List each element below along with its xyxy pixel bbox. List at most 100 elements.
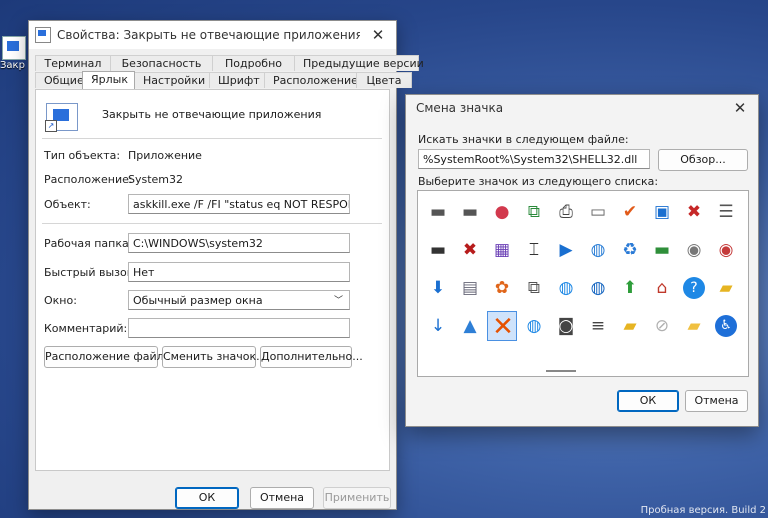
folder-icon-glyph: ▰ xyxy=(687,316,701,336)
media-disc-icon[interactable]: ● xyxy=(487,197,517,227)
globe-key-icon[interactable]: ◍ xyxy=(583,273,613,303)
divider xyxy=(42,223,382,224)
folder-lock-icon[interactable]: ▰ xyxy=(615,311,645,341)
projector-icon-glyph: ▭ xyxy=(589,202,607,222)
workdir-input[interactable]: C:\WINDOWS\system32 xyxy=(128,233,350,253)
tab-general[interactable]: Общие xyxy=(35,72,84,88)
icon-list[interactable]: ▬ ▬ ● ⧉ ⎙ ▭ ✔ ▣ ✖ ☰ ▬ ✖ ▦ ⌶ ▶ ◍ ♻ ▬ ◉ ◉ ⬇ ▤ ✿ ⧉ ◍ ◍ ⬆ ⌂? ▰ ↓ ▲ ✕ ◍ ◙ ≡ ▰ ⊘ ▰ ♿ xyxy=(417,190,749,377)
checkmark-icon[interactable]: ✔ xyxy=(615,197,645,227)
globe-arrow-icon[interactable]: ◍ xyxy=(519,311,549,341)
disc-red-icon[interactable]: ◉ xyxy=(711,235,741,265)
tab-colors[interactable]: Цвета xyxy=(356,72,412,88)
disc-icon[interactable]: ◉ xyxy=(679,235,709,265)
disc-red-icon-glyph: ◉ xyxy=(718,240,734,260)
apply-button[interactable]: Применить xyxy=(323,487,391,509)
green-arrow-up-icon[interactable]: ⬆ xyxy=(615,273,645,303)
help-icon[interactable]: ? xyxy=(679,273,709,303)
play-icon[interactable]: ▶ xyxy=(551,235,581,265)
camera-icon[interactable]: ◙ xyxy=(551,311,581,341)
globe-window-icon[interactable]: ◍ xyxy=(583,235,613,265)
horizontal-scrollbar[interactable] xyxy=(418,366,748,376)
icon-cancel-button[interactable]: Отмена xyxy=(685,390,748,412)
download-icon[interactable]: ⬇ xyxy=(423,273,453,303)
tab-previous-versions[interactable]: Предыдущие версии xyxy=(294,55,424,71)
checkmark-icon-glyph: ✔ xyxy=(622,202,638,222)
icon-ok-button[interactable]: ОК xyxy=(617,390,679,412)
close-icon[interactable]: ✕ xyxy=(722,99,758,117)
home-icon[interactable]: ⌂ xyxy=(647,273,677,303)
document-icon[interactable]: ▤ xyxy=(455,273,485,303)
scrollbar-thumb[interactable] xyxy=(546,370,576,372)
folder-icon[interactable]: ▰ xyxy=(679,311,709,341)
folder-lock-icon-glyph: ▰ xyxy=(623,316,637,336)
tab-layout[interactable]: Расположение xyxy=(264,72,358,88)
projector-icon[interactable]: ▭ xyxy=(583,197,613,227)
butterfly-icon-glyph: ✿ xyxy=(494,278,510,298)
browse-button[interactable]: Обзор... xyxy=(658,149,748,171)
list-window-icon[interactable]: ☰ xyxy=(711,197,741,227)
text-cursor-icon[interactable]: ⌶ xyxy=(519,235,549,265)
shortcut-arrow-icon: ↗ xyxy=(45,120,57,132)
file-location-button[interactable]: Расположение файла xyxy=(44,346,170,368)
window-select[interactable]: Обычный размер окна ﹀ xyxy=(128,290,350,310)
tab-security[interactable]: Безопасность xyxy=(110,55,213,71)
cancel-button[interactable]: Отмена xyxy=(250,487,314,509)
tab-font[interactable]: Шрифт xyxy=(209,72,265,88)
shortcut-tab-panel: ↗ Закрыть не отвечающие приложения Тип о… xyxy=(35,89,390,471)
hotkey-row: Быстрый вызов: Нет xyxy=(44,262,384,282)
divider xyxy=(42,138,382,139)
icon-list-label: Выберите значок из следующего списка: xyxy=(418,175,659,188)
tab-terminal[interactable]: Терминал xyxy=(35,55,111,71)
download-small-icon[interactable]: ↓ xyxy=(423,311,453,341)
drive-error-icon[interactable]: ✖ xyxy=(679,197,709,227)
shortcut-icon xyxy=(2,36,26,60)
comment-input[interactable] xyxy=(128,318,350,338)
hotkey-input[interactable]: Нет xyxy=(128,262,350,282)
folder-sync-icon[interactable]: ▰ xyxy=(711,273,741,303)
change-icon-button[interactable]: Сменить значок... xyxy=(162,346,267,368)
camera-icon-glyph: ◙ xyxy=(557,316,575,336)
tab-details[interactable]: Подробно xyxy=(212,55,295,71)
monitor-icon[interactable]: ▣ xyxy=(647,197,677,227)
recycle-icon[interactable]: ♻ xyxy=(615,235,645,265)
window-select-value: Обычный размер окна xyxy=(133,294,263,307)
comment-row: Комментарий: xyxy=(44,318,384,338)
advanced-button[interactable]: Дополнительно... xyxy=(260,346,363,368)
drive-icon[interactable]: ▬ xyxy=(455,197,485,227)
blocked-icon[interactable]: ⊘ xyxy=(647,311,677,341)
properties-titlebar: Свойства: Закрыть не отвечающие приложен… xyxy=(29,21,396,49)
picture-icon[interactable]: ▲ xyxy=(455,311,485,341)
picture-icon-glyph: ▲ xyxy=(463,316,477,336)
drive-green-icon[interactable]: ▬ xyxy=(647,235,677,265)
tab-shortcut[interactable]: Ярлык xyxy=(82,71,135,90)
tab-settings[interactable]: Настройки xyxy=(134,72,210,88)
stack-icon[interactable]: ≡ xyxy=(583,311,613,341)
close-icon[interactable]: ✕ xyxy=(360,26,396,44)
drive-icon[interactable]: ▬ xyxy=(423,197,453,227)
shortcut-name: Закрыть не отвечающие приложения xyxy=(102,108,322,121)
window-row: Окно: Обычный размер окна ﹀ xyxy=(44,290,384,310)
copy-arrow-icon[interactable]: ⧉ xyxy=(519,197,549,227)
drive-network-icon[interactable]: ▬ xyxy=(423,235,453,265)
tabs-row-bottom: Общие Ярлык Настройки Шрифт Расположение… xyxy=(35,71,412,90)
butterfly-icon[interactable]: ✿ xyxy=(487,273,517,303)
globe-network-icon[interactable]: ◍ xyxy=(551,273,581,303)
target-input[interactable]: askkill.exe /F /FI "status eq NOT RESPON… xyxy=(128,194,350,214)
window-label: Окно: xyxy=(44,293,77,307)
blocked-icon-glyph: ⊘ xyxy=(654,316,670,336)
copy-document-icon[interactable]: ⧉ xyxy=(519,273,549,303)
workdir-row: Рабочая папка: C:\WINDOWS\system32 xyxy=(44,233,384,253)
delete-x-icon[interactable]: ✕ xyxy=(487,311,517,341)
printer-icon[interactable]: ⎙ xyxy=(551,197,581,227)
green-arrow-up-icon-glyph: ⬆ xyxy=(622,278,638,298)
desktop-shortcut[interactable]: Закр отвеч xyxy=(0,36,26,72)
icon-grid: ▬ ▬ ● ⧉ ⎙ ▭ ✔ ▣ ✖ ☰ ▬ ✖ ▦ ⌶ ▶ ◍ ♻ ▬ ◉ ◉ ⬇ ▤ ✿ ⧉ ◍ ◍ ⬆ ⌂? ▰ ↓ ▲ ✕ ◍ ◙ ≡ ▰ ⊘ ▰ ♿ xyxy=(422,195,742,347)
drive-disconnected-icon[interactable]: ✖ xyxy=(455,235,485,265)
globe-arrow-icon-glyph: ◍ xyxy=(526,316,542,336)
accessibility-icon[interactable]: ♿ xyxy=(711,311,741,341)
type-row: Тип объекта: Приложение xyxy=(44,149,384,162)
film-icon[interactable]: ▦ xyxy=(487,235,517,265)
play-icon-glyph: ▶ xyxy=(559,240,573,260)
ok-button[interactable]: ОК xyxy=(175,487,239,509)
icon-file-input[interactable]: %SystemRoot%\System32\SHELL32.dll xyxy=(418,149,650,169)
